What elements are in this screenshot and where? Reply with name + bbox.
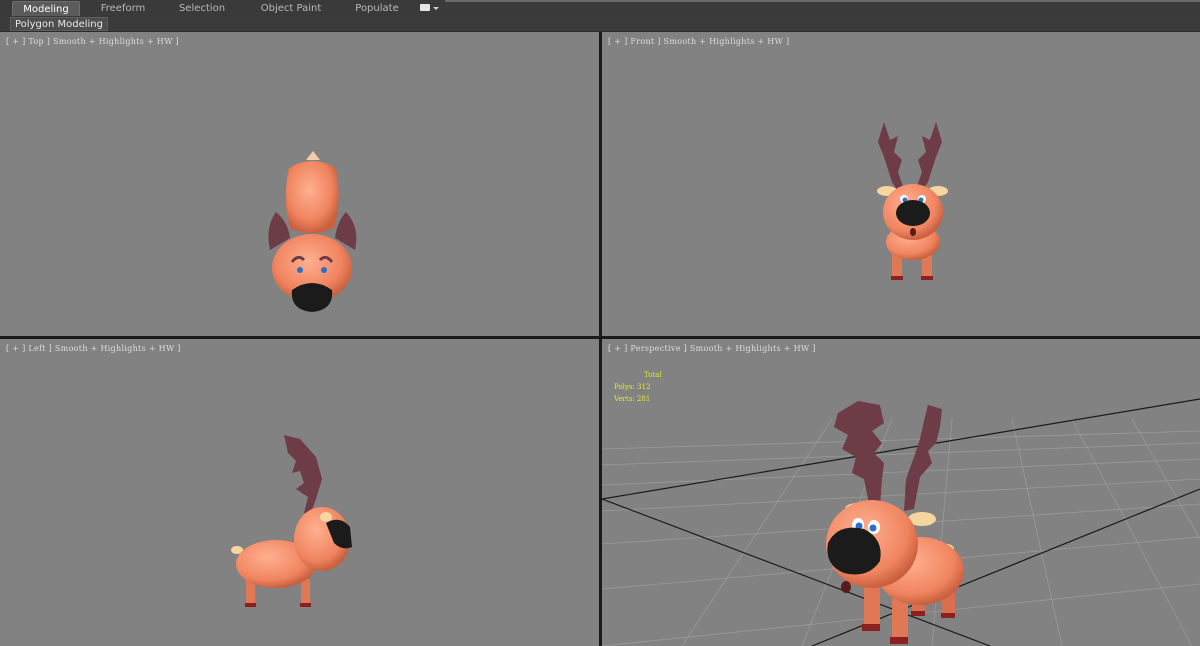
hoof-front [300,603,311,607]
mouth [841,581,851,593]
mouth [910,228,916,236]
hoof-front-right [890,637,908,644]
antler-right [915,122,942,194]
leg-front [301,579,310,605]
deer-left-view [231,435,352,607]
chevron-down-icon [433,7,439,10]
ribbon-panel: Polygon Modeling [0,17,1200,31]
viewport-left[interactable]: [ + ] Left ] Smooth + Highlights + HW ] [0,339,599,646]
tab-populate[interactable]: Populate [348,1,406,16]
perspective-scene [602,398,1200,646]
ear [320,512,332,522]
hoof-back-left [911,611,925,616]
nose [291,283,333,312]
eye-right [321,267,327,273]
ribbon-tab-bar: Modeling Freeform Selection Object Paint… [0,0,1200,18]
antler-left [878,122,905,194]
tail [306,151,320,160]
tab-modeling[interactable]: Modeling [12,1,80,16]
eye-left [297,267,303,273]
hoof-left [891,276,903,280]
tab-object-paint[interactable]: Object Paint [254,1,328,16]
deer-top-view [268,151,357,312]
ribbon-toggle-box [420,4,430,11]
tab-freeform[interactable]: Freeform [92,1,154,16]
deer-front-view [877,122,948,280]
leg-front-left [864,584,880,626]
ribbon-toggle-icon[interactable] [420,3,440,14]
antler-right [904,405,942,511]
pupil-right [869,524,877,532]
ribbon-divider [445,0,1200,2]
body [285,161,339,233]
viewport-front[interactable]: [ + ] Front ] Smooth + Highlights + HW ] [602,32,1200,336]
antler [284,435,322,515]
viewport-layout: [ + ] Top ] Smooth + Highlights + HW ] [ [0,32,1200,646]
hoof-right [921,276,933,280]
nose [896,200,930,226]
viewport-top[interactable]: [ + ] Top ] Smooth + Highlights + HW ] [0,32,599,336]
viewport-perspective[interactable]: [ + ] Perspective ] Smooth + Highlights … [602,339,1200,646]
polygon-modeling-panel-button[interactable]: Polygon Modeling [10,17,108,31]
tab-selection[interactable]: Selection [170,1,234,16]
hoof-back-right [941,613,955,618]
hoof-front-left [862,624,880,631]
hoof-back [245,603,256,607]
leg-front-right [892,597,908,639]
